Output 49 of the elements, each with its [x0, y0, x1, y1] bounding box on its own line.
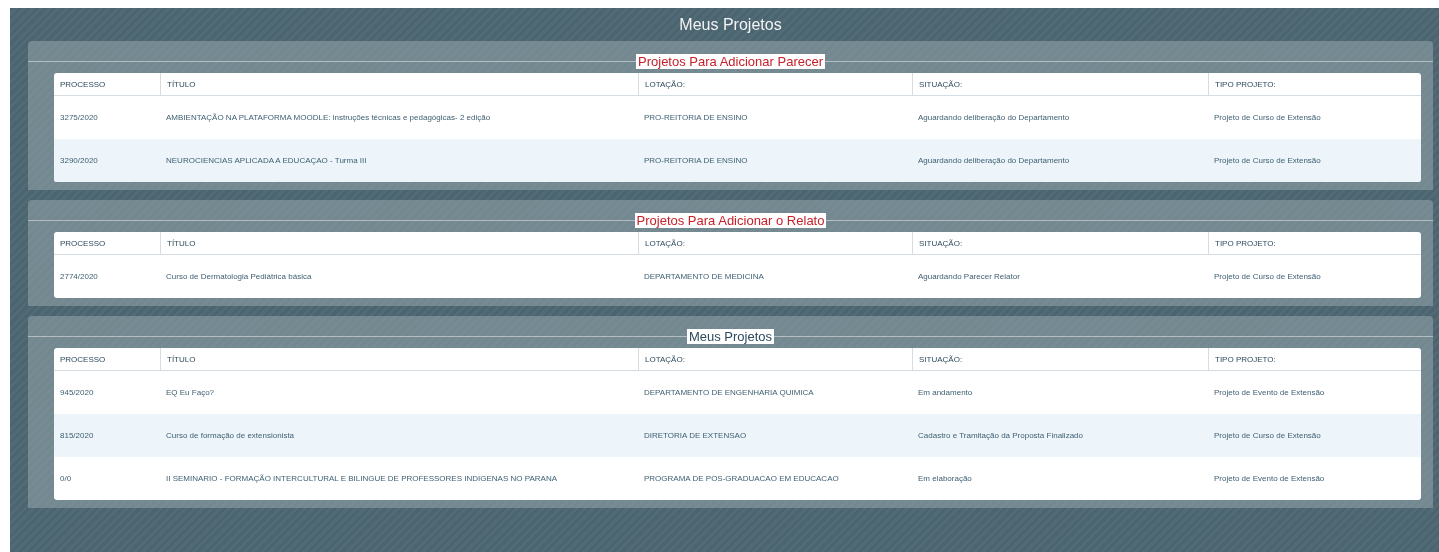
- table-cell-text: Projeto de Curso de Extensão: [1213, 271, 1322, 283]
- column-header: PROCESSO: [59, 237, 107, 250]
- column-header: SITUAÇÃO:: [912, 348, 1208, 370]
- table-cell-text: Projeto de Curso de Extensão: [1213, 112, 1322, 124]
- table-cell-text: PROGRAMA DE POS-GRADUACAO EM EDUCACAO: [643, 473, 840, 485]
- table-cell-text: 3275/2020: [59, 112, 99, 124]
- column-header: LOTAÇÃO:: [638, 73, 912, 95]
- table-cell-text: NEUROCIENCIAS APLICADA A EDUCAÇAO - Turma III: [165, 155, 368, 167]
- column-header: SITUAÇÃO:: [912, 73, 1208, 95]
- table-cell-text: Aguardando deliberação do Departamento: [917, 112, 1071, 124]
- table-cell-text: Projeto de Curso de Extensão: [1213, 155, 1322, 167]
- column-header: TIPO PROJETO:: [1208, 73, 1421, 95]
- table-cell-text: AMBIENTAÇÃO NA PLATAFORMA MOODLE: instruções técnicas e pedagógicas- 2 edição: [165, 112, 492, 124]
- column-header: TÍTULO: [160, 73, 638, 95]
- section-title: Projetos Para Adicionar Parecer: [636, 53, 825, 69]
- table-cell-text: DEPARTAMENTO DE MEDICINA: [643, 271, 765, 283]
- page-title: Meus Projetos: [679, 16, 782, 33]
- table-cell-text: DIRETORIA DE EXTENSAO: [643, 430, 748, 442]
- column-header: TÍTULO: [160, 348, 638, 370]
- table-cell-text: Projeto de Evento de Extensão: [1213, 473, 1326, 485]
- column-header: PROCESSO: [59, 78, 107, 91]
- table-cell-text: Aguardando Parecer Relator: [917, 271, 1021, 283]
- column-header: LOTAÇÃO:: [638, 232, 912, 254]
- column-header: TÍTULO: [160, 232, 638, 254]
- table-cell-text: Projeto de Curso de Extensão: [1213, 430, 1322, 442]
- section-title: Meus Projetos: [686, 328, 775, 344]
- table-cell-text: Projeto de Evento de Extensão: [1213, 387, 1326, 399]
- column-header: SITUAÇÃO:: [912, 232, 1208, 254]
- column-header: LOTAÇÃO:: [638, 348, 912, 370]
- table-cell-text: Cadastro e Tramitação da Proposta Finalizado: [917, 430, 1084, 442]
- table-cell-text: 3290/2020: [59, 155, 99, 167]
- table-cell-text: 945/2020: [59, 387, 95, 399]
- section-title: Projetos Para Adicionar o Relato: [634, 212, 827, 228]
- table-cell-text: II SEMINARIO - FORMAÇÃO INTERCULTURAL E BILINGUE DE PROFESSORES INDIGENAS NO PARANA: [165, 473, 559, 485]
- table-cell-text: Aguardando deliberação do Departamento: [917, 155, 1071, 167]
- table-cell-text: PRO-REITORIA DE ENSINO: [643, 112, 749, 124]
- table-cell-text: EQ Eu Faço?: [165, 387, 216, 399]
- table-cell-text: PRO-REITORIA DE ENSINO: [643, 155, 749, 167]
- table-cell-text: Em andamento: [917, 387, 974, 399]
- table-cell-text: Em elaboração: [917, 473, 973, 485]
- column-header: PROCESSO: [59, 353, 107, 366]
- table-cell-text: Curso de Dermatologia Pediátrica básica: [165, 271, 313, 283]
- column-header: TIPO PROJETO:: [1208, 348, 1421, 370]
- table-cell-text: DEPARTAMENTO DE ENGENHARIA QUIMICA: [643, 387, 815, 399]
- column-header: TIPO PROJETO:: [1208, 232, 1421, 254]
- table-cell-text: 2774/2020: [59, 271, 99, 283]
- table-cell-text: Curso de formação de extensionista: [165, 430, 296, 442]
- table-cell-text: 0/0: [59, 473, 73, 485]
- table-cell-text: 815/2020: [59, 430, 95, 442]
